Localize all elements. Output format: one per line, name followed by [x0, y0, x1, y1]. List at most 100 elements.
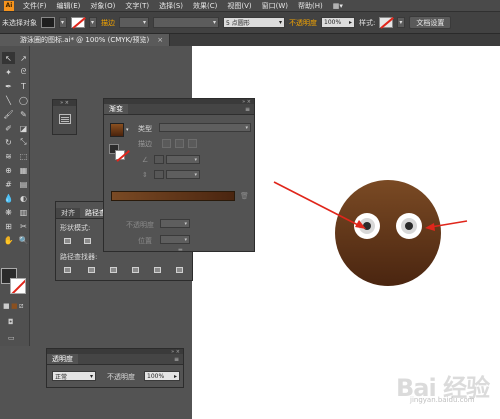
symbol-sprayer-tool-icon[interactable]: ❋: [2, 206, 15, 218]
fill-swatch[interactable]: [41, 17, 55, 28]
gradient-thumb-dropdown[interactable]: ▾: [126, 127, 129, 133]
gradient-slider-bar[interactable]: [111, 191, 235, 201]
direct-selection-tool-icon[interactable]: ↗: [17, 52, 30, 64]
menu-help[interactable]: 帮助(H): [293, 1, 328, 11]
close-tab-icon[interactable]: ×: [157, 36, 163, 44]
zoom-tool-icon[interactable]: 🔍: [17, 234, 30, 246]
menu-file[interactable]: 文件(F): [18, 1, 52, 11]
stroke-across-icon[interactable]: [188, 139, 197, 148]
ellipse-tool-icon[interactable]: ◯: [17, 94, 30, 106]
pen-tool-icon[interactable]: ✒: [2, 80, 15, 92]
blend-mode-dropdown[interactable]: 正常 ▾: [52, 371, 96, 381]
mesh-tool-icon[interactable]: #: [2, 178, 15, 190]
document-tab[interactable]: 游泳圈的图标.ai* @ 100% (CMYK/预览) ×: [0, 34, 171, 46]
merge-icon[interactable]: [108, 265, 119, 275]
scale-tool-icon[interactable]: ⤡: [17, 136, 30, 148]
magic-wand-tool-icon[interactable]: ✦: [2, 66, 15, 78]
opacity-dropdown[interactable]: 100% ▸: [321, 17, 355, 28]
menu-edit[interactable]: 编辑(E): [52, 1, 86, 11]
eyedropper-tool-icon[interactable]: 💧: [2, 192, 15, 204]
gradient-panel: » × 渐变 ≡ ▾ 类型 ▾ 描边 ∠ ▾ ⇕ ▾ 🗑 不透明度 ▾ 位置 ▾…: [103, 98, 255, 253]
opacity-label[interactable]: 不透明度: [289, 18, 317, 28]
trim-icon[interactable]: [86, 265, 97, 275]
minus-back-icon[interactable]: [174, 265, 185, 275]
tab-gradient[interactable]: 渐变: [104, 104, 128, 114]
perspective-grid-tool-icon[interactable]: ▦: [17, 164, 30, 176]
hand-tool-icon[interactable]: ✋: [2, 234, 15, 246]
none-mode-icon[interactable]: ⧄: [19, 302, 23, 311]
angle-dropdown[interactable]: ▾: [166, 155, 200, 164]
blob-brush-tool-icon[interactable]: ✐: [2, 122, 15, 134]
delete-stop-icon[interactable]: 🗑: [240, 192, 249, 200]
fill-dropdown[interactable]: ▾: [59, 17, 67, 28]
draw-mode-icon[interactable]: ◘: [8, 318, 14, 326]
style-label: 样式:: [359, 18, 376, 27]
menu-window[interactable]: 窗口(W): [257, 1, 293, 11]
outline-icon[interactable]: [152, 265, 163, 275]
arrange-documents-icon[interactable]: ▦▾: [328, 2, 348, 10]
gradient-thumbnail[interactable]: [110, 123, 124, 137]
stop-location-dropdown[interactable]: ▾: [160, 235, 190, 244]
style-dropdown[interactable]: ▾: [397, 17, 406, 28]
panel-menu-icon[interactable]: [58, 114, 71, 124]
column-graph-tool-icon[interactable]: ▥: [17, 206, 30, 218]
stroke-dropdown[interactable]: ▾: [89, 17, 97, 28]
variable-width-dropdown[interactable]: ▾: [153, 17, 219, 28]
ratio-stepper[interactable]: [154, 170, 164, 179]
stroke-label[interactable]: 描边: [101, 18, 115, 28]
fill-stroke-widget[interactable]: [1, 268, 29, 298]
gradient-mode-icon[interactable]: ■: [11, 302, 18, 310]
paintbrush-tool-icon[interactable]: 🖌: [2, 108, 15, 120]
angle-stepper[interactable]: [154, 155, 164, 164]
stroke-box[interactable]: [10, 278, 26, 294]
menu-view[interactable]: 视图(V): [222, 1, 256, 11]
crop-icon[interactable]: [130, 265, 141, 275]
menu-select[interactable]: 选择(S): [154, 1, 188, 11]
panel-options-icon[interactable]: ≡: [241, 104, 254, 114]
divide-icon[interactable]: [62, 265, 73, 275]
gradient-type-dropdown[interactable]: ▾: [159, 123, 251, 132]
line-tool-icon[interactable]: ╲: [2, 94, 15, 106]
control-bar: 未选择对象 ▾ ▾ 描边 ▾ ▾ 5 点圆形 ▾ 不透明度 100% ▸ 样式: ▾…: [0, 11, 500, 34]
stop-location-label: 位置: [138, 237, 152, 245]
transparency-options-icon[interactable]: ≡: [170, 354, 183, 364]
blend-mode-value: 正常: [55, 373, 68, 381]
stroke-within-icon[interactable]: [162, 139, 171, 148]
free-transform-tool-icon[interactable]: ⬚: [17, 150, 30, 162]
screen-mode-icon[interactable]: ▭: [8, 334, 15, 342]
stroke-swatch[interactable]: [71, 17, 85, 28]
menu-object[interactable]: 对象(O): [85, 1, 120, 11]
transparency-opacity-input[interactable]: 100% ▸: [144, 371, 180, 381]
document-tab-bar: 游泳圈的图标.ai* @ 100% (CMYK/预览) ×: [0, 34, 500, 46]
unite-icon[interactable]: [62, 236, 73, 246]
artboard-tool-icon[interactable]: ⊞: [2, 220, 15, 232]
eraser-tool-icon[interactable]: ◪: [17, 122, 30, 134]
rotate-tool-icon[interactable]: ↻: [2, 136, 15, 148]
tab-align[interactable]: 对齐: [56, 208, 80, 218]
tab-transparency[interactable]: 透明度: [47, 354, 78, 364]
blend-tool-icon[interactable]: ◐: [17, 192, 30, 204]
style-swatch[interactable]: [379, 17, 394, 28]
pencil-tool-icon[interactable]: ✎: [17, 108, 30, 120]
panel-resize-handle[interactable]: ▬: [178, 247, 183, 253]
shape-builder-tool-icon[interactable]: ⊕: [2, 164, 15, 176]
collapsed-panel[interactable]: » ×: [52, 99, 77, 135]
color-mode-icon[interactable]: ■: [3, 302, 10, 310]
ratio-dropdown[interactable]: ▾: [166, 170, 200, 179]
width-tool-icon[interactable]: ≋: [2, 150, 15, 162]
stroke-weight-dropdown[interactable]: ▾: [119, 17, 149, 28]
slice-tool-icon[interactable]: ✂: [17, 220, 30, 232]
gradient-tool-icon[interactable]: ▤: [17, 178, 30, 190]
collapsed-panel-header[interactable]: » ×: [53, 100, 76, 106]
stroke-along-icon[interactable]: [175, 139, 184, 148]
document-setup-button[interactable]: 文档设置: [409, 16, 452, 29]
stop-opacity-dropdown[interactable]: ▾: [160, 219, 190, 228]
type-tool-icon[interactable]: T: [17, 80, 30, 92]
gradient-stroke-swatch[interactable]: [115, 150, 125, 160]
menu-effect[interactable]: 效果(C): [188, 1, 222, 11]
brush-dropdown[interactable]: 5 点圆形 ▾: [223, 17, 285, 28]
lasso-tool-icon[interactable]: ᘓ: [17, 66, 30, 78]
selection-tool-icon[interactable]: ↖: [2, 52, 15, 64]
minus-front-icon[interactable]: [82, 236, 93, 246]
menu-type[interactable]: 文字(T): [120, 1, 154, 11]
